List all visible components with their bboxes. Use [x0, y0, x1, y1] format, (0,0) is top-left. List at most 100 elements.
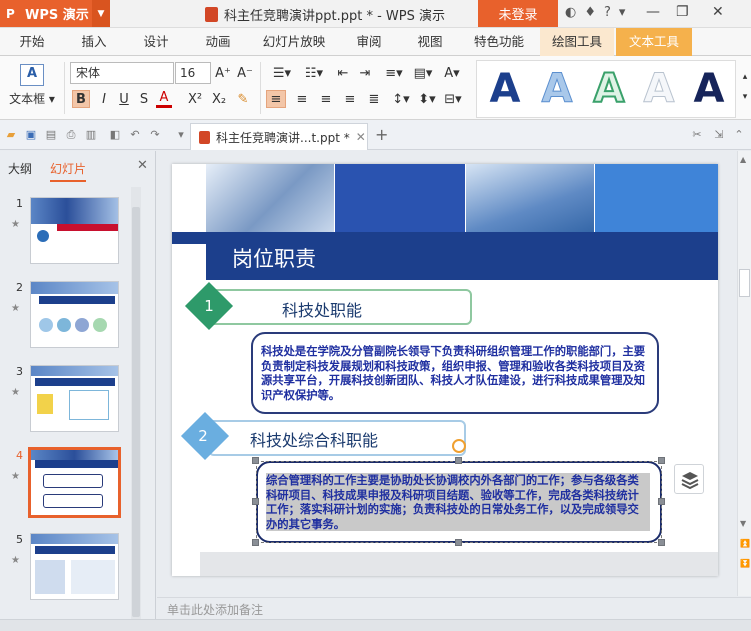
slide-title[interactable]: 岗位职责 — [232, 243, 316, 273]
save-icon[interactable]: ▣ — [24, 128, 38, 142]
resize-handle[interactable] — [658, 498, 665, 505]
font-size-select[interactable]: 16 — [175, 62, 211, 84]
tab-review[interactable]: 审阅 — [344, 28, 394, 56]
tab-drawing-tools[interactable]: 绘图工具 — [540, 28, 614, 56]
help-icon[interactable]: ? — [604, 5, 611, 20]
resize-handle[interactable] — [658, 457, 665, 464]
close-panel-icon[interactable]: ✕ — [137, 158, 148, 173]
art-style-blue[interactable]: A — [481, 63, 529, 115]
tab-slides[interactable]: 幻灯片 — [50, 160, 87, 182]
close-tab-icon[interactable]: ✕ — [356, 130, 366, 144]
notes-area[interactable]: 单击此处添加备注 — [157, 597, 751, 619]
slide-thumbnail[interactable] — [30, 533, 119, 600]
resize-handle[interactable] — [455, 457, 462, 464]
tab-features[interactable]: 特色功能 — [466, 28, 532, 56]
textbox-button[interactable]: 文本框 ▾ — [6, 62, 58, 114]
slide-thumbnail-row[interactable]: 4 ★ — [0, 447, 128, 519]
gallery-down-icon[interactable]: ▾ — [740, 90, 750, 104]
shirt-icon[interactable]: ♦ — [584, 5, 596, 20]
tab-design[interactable]: 设计 — [130, 28, 182, 56]
layers-button[interactable] — [674, 464, 704, 494]
export-icon[interactable]: ▤ — [44, 128, 58, 142]
bold-button[interactable]: B — [72, 90, 90, 108]
grow-font-button[interactable]: A⁺ — [214, 63, 232, 83]
align-center-icon[interactable]: ≡ — [292, 90, 312, 108]
bullet-list-icon[interactable]: ☰▾ — [268, 64, 296, 82]
notes-placeholder[interactable]: 单击此处添加备注 — [167, 601, 263, 618]
tab-view[interactable]: 视图 — [404, 28, 456, 56]
vertical-align-icon[interactable]: ⬍▾ — [416, 90, 438, 108]
scrollbar-thumb[interactable] — [739, 269, 750, 297]
font-name-select[interactable]: 宋体 — [70, 62, 174, 84]
dropdown-icon[interactable]: ▾ — [619, 5, 626, 20]
close-icon[interactable]: ✕ — [712, 4, 724, 20]
underline-button[interactable]: U — [116, 90, 132, 108]
tab-start[interactable]: 开始 — [8, 28, 56, 56]
pin-icon[interactable]: ✂ — [690, 128, 704, 142]
undo-icon[interactable]: ↶ — [128, 128, 142, 142]
section2-heading[interactable]: 科技处综合科职能 — [250, 427, 378, 451]
align-left-icon[interactable]: ≡ — [266, 90, 286, 108]
login-button[interactable]: 未登录 — [478, 0, 558, 27]
scroll-down-icon[interactable]: ▼ — [740, 519, 746, 528]
art-style-navy[interactable]: A — [685, 63, 733, 115]
rotate-handle-icon[interactable] — [452, 439, 466, 453]
align-right-icon[interactable]: ≡ — [316, 90, 336, 108]
wps-menu-button[interactable]: P WPS 演示 ▼ — [0, 0, 110, 27]
slide-thumbnail-active[interactable] — [28, 447, 121, 518]
shrink-font-button[interactable]: A⁻ — [236, 63, 254, 83]
scrollbar-thumb[interactable] — [132, 207, 140, 617]
columns-icon[interactable]: ▤▾ — [412, 64, 434, 82]
decrease-indent-icon[interactable]: ⇤ — [334, 64, 352, 82]
document-tab[interactable]: 科主任竞聘演讲...t.ppt * ✕ — [190, 123, 368, 150]
paragraph-spacing-icon[interactable]: ↕▾ — [390, 90, 412, 108]
add-tab-icon[interactable]: + — [375, 125, 388, 144]
text-direction-icon[interactable]: A▾ — [440, 64, 464, 82]
chevron-down-icon[interactable]: ▼ — [92, 0, 110, 27]
print-icon[interactable]: ⎙ — [64, 128, 78, 142]
tab-slideshow[interactable]: 幻灯片放映 — [254, 28, 334, 56]
selection-frame[interactable] — [256, 461, 662, 543]
slide-thumbnail-row[interactable]: 1 ★ — [0, 197, 128, 267]
next-slide-icon[interactable]: ⏬ — [740, 559, 750, 568]
scroll-up-icon[interactable]: ▲ — [740, 155, 746, 164]
subscript-button[interactable]: X₂ — [209, 90, 229, 108]
resize-handle[interactable] — [658, 539, 665, 546]
resize-handle[interactable] — [252, 498, 259, 505]
number-list-icon[interactable]: ☷▾ — [300, 64, 328, 82]
customize-icon[interactable]: ▾ — [174, 128, 188, 142]
tab-text-tools[interactable]: 文本工具 — [616, 28, 692, 56]
slide-thumbnail-row[interactable]: 5 ★ — [0, 533, 128, 603]
prev-slide-icon[interactable]: ⏫ — [740, 539, 750, 548]
clear-format-icon[interactable]: ✎ — [234, 90, 252, 108]
open-folder-icon[interactable]: ▰ — [4, 128, 18, 142]
increase-indent-icon[interactable]: ⇥ — [356, 64, 374, 82]
restore-icon[interactable]: ❐ — [676, 4, 689, 20]
vertical-scrollbar[interactable]: ▲ ▼ ⏫ ⏬ — [737, 151, 751, 596]
panel-scrollbar[interactable] — [131, 187, 141, 627]
resize-handle[interactable] — [252, 457, 259, 464]
distribute-icon[interactable]: ≣ — [364, 90, 384, 108]
section1-body[interactable]: 科技处是在学院及分管副院长领导下负责科研组织管理工作的职能部门，主要负责制定科技… — [261, 344, 651, 402]
slide-thumbnail[interactable] — [30, 365, 119, 432]
tab-insert[interactable]: 插入 — [68, 28, 120, 56]
superscript-button[interactable]: X² — [185, 90, 205, 108]
slide-thumbnail[interactable] — [30, 281, 119, 348]
art-style-light-blue[interactable]: A — [533, 63, 581, 115]
format-painter-icon[interactable]: ◧ — [108, 128, 122, 142]
tab-animation[interactable]: 动画 — [192, 28, 244, 56]
preview-icon[interactable]: ▥ — [84, 128, 98, 142]
art-style-silver[interactable]: A — [635, 63, 683, 115]
collapse-ribbon-icon[interactable]: ⌃ — [732, 128, 746, 142]
slide-canvas[interactable]: 岗位职责 1 科技处职能 科技处是在学院及分管副院长领导下负责科研组织管理工作的… — [172, 164, 718, 576]
text-box-align-icon[interactable]: ⊟▾ — [442, 90, 464, 108]
expand-icon[interactable]: ⇲ — [712, 128, 726, 142]
gallery-up-icon[interactable]: ▴ — [740, 70, 750, 84]
redo-icon[interactable]: ↷ — [148, 128, 162, 142]
resize-handle[interactable] — [252, 539, 259, 546]
strike-button[interactable]: S — [136, 90, 152, 108]
font-color-button[interactable]: A — [156, 90, 172, 108]
resize-handle[interactable] — [455, 539, 462, 546]
italic-button[interactable]: I — [96, 90, 112, 108]
slide-thumbnail-row[interactable]: 3 ★ — [0, 365, 128, 435]
